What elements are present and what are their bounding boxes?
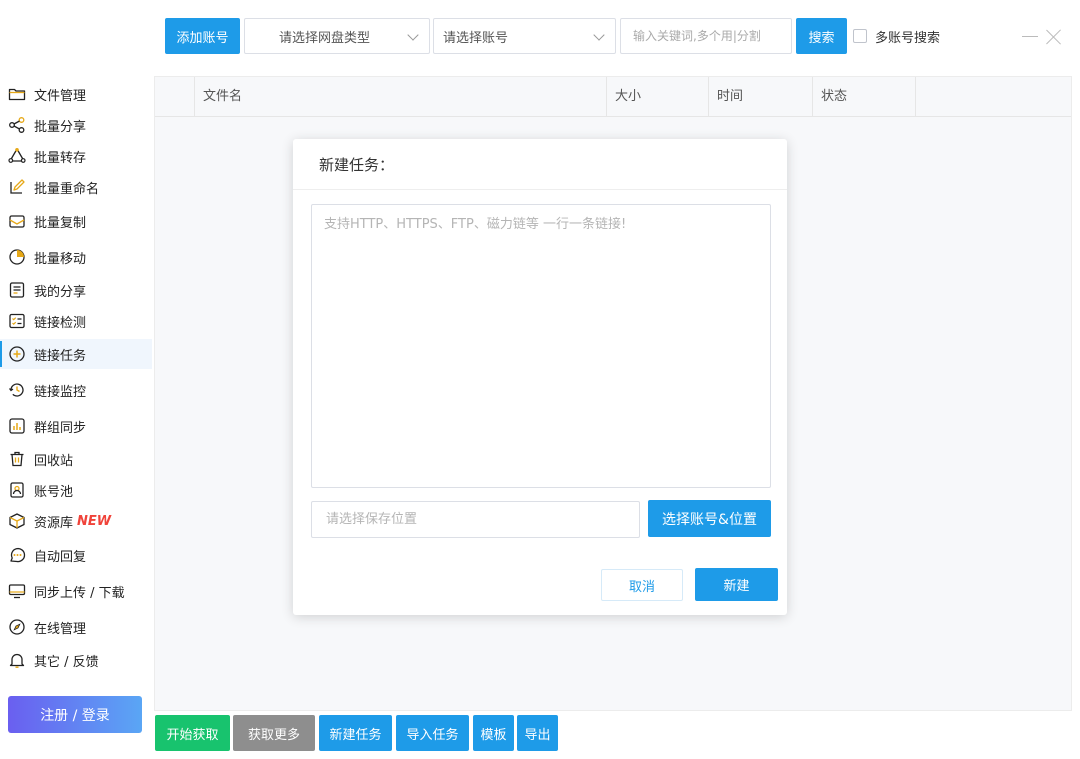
- sidebar-item-file-manage[interactable]: 文件管理: [0, 79, 152, 109]
- choose-account-location-button[interactable]: 选择账号&位置: [648, 500, 771, 537]
- sidebar-item-account-pool[interactable]: 账号池: [0, 475, 152, 505]
- sidebar-item-batch-move[interactable]: 批量移动: [0, 242, 152, 272]
- account-icon: [8, 481, 26, 499]
- column-header-checkbox[interactable]: [155, 77, 194, 117]
- sidebar-item-auto-reply[interactable]: 自动回复: [0, 540, 152, 570]
- disk-type-select-value: 请选择网盘类型: [279, 30, 371, 46]
- minimize-icon[interactable]: [1022, 36, 1038, 37]
- sidebar-item-label: 文件管理: [34, 88, 87, 104]
- rename-icon: [8, 178, 26, 196]
- sidebar-item-label: 群组同步: [34, 420, 87, 436]
- account-select[interactable]: 请选择账号: [433, 18, 616, 54]
- sidebar-item-resource-library[interactable]: 资源库 NEW: [0, 506, 152, 536]
- sidebar-item-label: 同步上传 / 下载: [34, 585, 125, 601]
- register-login-button[interactable]: 注册 / 登录: [8, 696, 142, 733]
- sidebar-item-label: 批量重命名: [34, 181, 100, 197]
- chart-icon: [8, 417, 26, 435]
- chevron-down-icon: [407, 29, 419, 41]
- sidebar-item-link-check[interactable]: 链接检测: [0, 306, 152, 336]
- top-toolbar: 添加账号 请选择网盘类型 请选择账号 搜索 多账号搜索: [0, 0, 1080, 70]
- keyword-search-input[interactable]: [620, 18, 792, 54]
- export-button[interactable]: 导出: [517, 715, 558, 751]
- transfer-icon: [8, 147, 26, 165]
- sidebar-item-batch-rename[interactable]: 批量重命名: [0, 172, 152, 202]
- sidebar: 文件管理 批量分享 批量转存 批量重命名 批量复制 批量移动 我的分享 链接检测…: [0, 76, 152, 759]
- cancel-button[interactable]: 取消: [601, 569, 683, 601]
- dialog-divider: [293, 189, 787, 190]
- links-textarea[interactable]: [311, 204, 771, 488]
- sidebar-item-online-manage[interactable]: 在线管理: [0, 612, 152, 642]
- sidebar-item-batch-copy[interactable]: 批量复制: [0, 206, 152, 236]
- new-badge: NEW: [77, 513, 112, 529]
- sidebar-item-label: 自动回复: [34, 549, 87, 565]
- folder-icon: [8, 85, 26, 103]
- bell-icon: [8, 651, 26, 669]
- chat-icon: [8, 546, 26, 564]
- monitor-icon: [8, 582, 26, 600]
- sidebar-item-link-monitor[interactable]: 链接监控: [0, 375, 152, 405]
- box-icon: [8, 512, 26, 530]
- chevron-down-icon: [593, 29, 605, 41]
- sidebar-item-label: 回收站: [34, 453, 74, 469]
- save-location-input[interactable]: [311, 501, 640, 538]
- plus-circle-icon: [8, 345, 26, 363]
- new-task-dialog: 新建任务： 选择账号&位置 取消 新建: [293, 139, 787, 615]
- search-button[interactable]: 搜索: [796, 18, 847, 54]
- my-share-icon: [8, 281, 26, 299]
- sidebar-item-label: 批量转存: [34, 150, 87, 166]
- sidebar-item-label: 其它 / 反馈: [34, 654, 99, 670]
- column-header-size[interactable]: 大小: [606, 77, 708, 117]
- copy-icon: [8, 212, 26, 230]
- share-icon: [8, 116, 26, 134]
- column-header-time[interactable]: 时间: [708, 77, 812, 117]
- multi-account-label: 多账号搜索: [875, 31, 941, 46]
- sidebar-item-batch-transfer[interactable]: 批量转存: [0, 141, 152, 171]
- start-fetch-button[interactable]: 开始获取: [155, 715, 230, 751]
- sidebar-item-other-feedback[interactable]: 其它 / 反馈: [0, 645, 152, 675]
- sidebar-item-link-task[interactable]: 链接任务: [0, 339, 152, 369]
- compass-icon: [8, 618, 26, 636]
- sidebar-item-label: 在线管理: [34, 621, 87, 637]
- history-icon: [8, 381, 26, 399]
- dialog-title: 新建任务：: [319, 156, 395, 174]
- sidebar-item-label: 批量分享: [34, 119, 87, 135]
- checklist-icon: [8, 312, 26, 330]
- sidebar-item-label: 批量移动: [34, 251, 87, 267]
- sidebar-item-label: 批量复制: [34, 215, 87, 231]
- sidebar-item-label: 链接监控: [34, 384, 87, 400]
- template-button[interactable]: 模板: [473, 715, 514, 751]
- create-button[interactable]: 新建: [695, 568, 778, 601]
- multi-account-checkbox[interactable]: [853, 29, 867, 43]
- add-account-button[interactable]: 添加账号: [165, 18, 240, 54]
- column-header-extra: [915, 77, 1071, 117]
- fetch-more-button[interactable]: 获取更多: [233, 715, 315, 751]
- sidebar-item-label: 资源库: [34, 515, 74, 531]
- sidebar-item-label: 链接任务: [34, 348, 87, 364]
- sidebar-item-label: 我的分享: [34, 284, 87, 300]
- sidebar-item-my-share[interactable]: 我的分享: [0, 275, 152, 305]
- disk-type-select[interactable]: 请选择网盘类型: [244, 18, 430, 54]
- move-icon: [8, 248, 26, 266]
- sidebar-item-batch-share[interactable]: 批量分享: [0, 110, 152, 140]
- sidebar-item-recycle-bin[interactable]: 回收站: [0, 444, 152, 474]
- sidebar-item-label: 链接检测: [34, 315, 87, 331]
- account-select-value: 请选择账号: [443, 30, 509, 46]
- close-icon[interactable]: [1045, 28, 1063, 46]
- sidebar-item-sync-upload-download[interactable]: 同步上传 / 下载: [0, 576, 152, 606]
- sidebar-item-group-sync[interactable]: 群组同步: [0, 411, 152, 441]
- column-header-filename[interactable]: 文件名: [194, 77, 606, 117]
- column-header-status[interactable]: 状态: [812, 77, 915, 117]
- import-task-button[interactable]: 导入任务: [396, 715, 469, 751]
- new-task-button[interactable]: 新建任务: [319, 715, 392, 751]
- trash-icon: [8, 450, 26, 468]
- table-header: 文件名 大小 时间 状态: [155, 77, 1071, 117]
- sidebar-item-label: 账号池: [34, 484, 74, 500]
